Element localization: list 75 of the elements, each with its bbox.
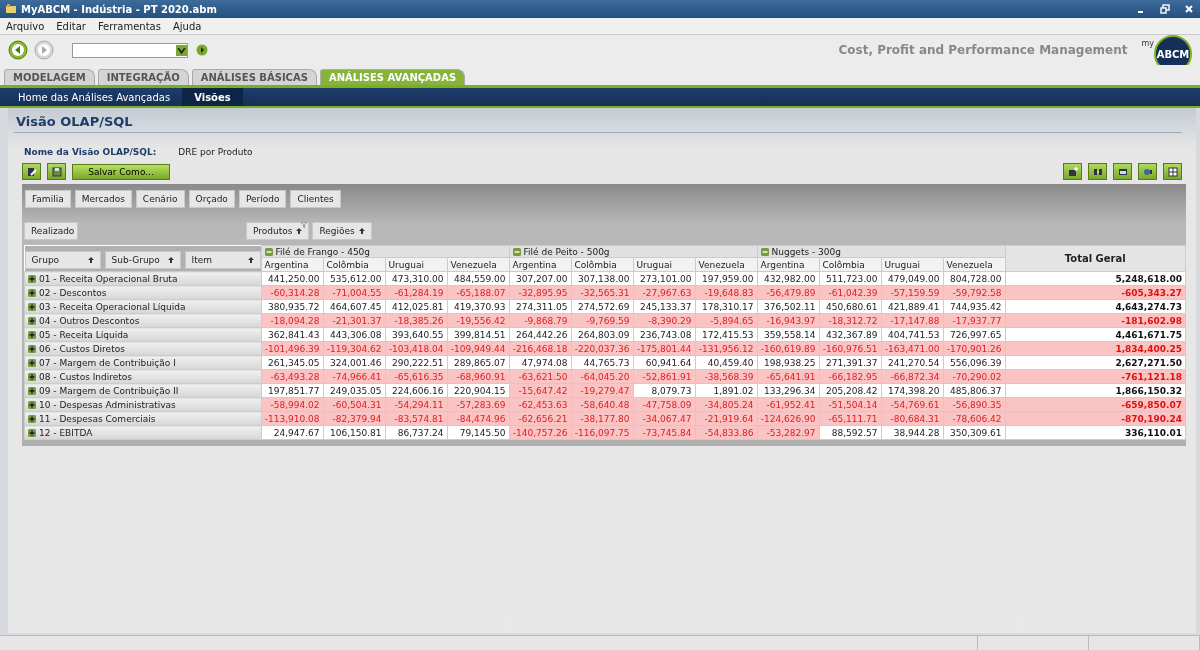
expand-icon[interactable] <box>28 344 36 353</box>
row-label: 12 - EBITDA <box>39 427 93 438</box>
menu-item[interactable]: Ferramentas <box>97 20 161 32</box>
sort-arrow-icon[interactable] <box>167 257 174 263</box>
brand-tagline: Cost, Profit and Performance Management <box>838 43 1128 57</box>
expand-icon[interactable] <box>28 414 36 423</box>
expand-icon[interactable] <box>28 400 36 409</box>
dropdown-arrow-icon[interactable] <box>176 44 187 56</box>
sort-arrow-icon[interactable] <box>87 257 94 263</box>
expand-icon[interactable] <box>28 288 36 297</box>
window-icon[interactable] <box>1113 163 1132 180</box>
add-icon[interactable] <box>1063 163 1082 180</box>
filter-field-button[interactable]: Período <box>238 190 287 208</box>
data-field-button[interactable]: Realizado <box>24 222 78 240</box>
back-icon[interactable] <box>8 40 28 60</box>
expand-icon[interactable] <box>28 330 36 339</box>
row-field-button[interactable]: Grupo <box>24 251 101 269</box>
row-field-button[interactable]: Sub-Grupo <box>104 251 181 269</box>
menu-item[interactable]: Editar <box>56 20 86 32</box>
column-group-header: Filé de Peito - 500g <box>523 246 610 257</box>
row-label: 04 - Outros Descontos <box>39 315 140 326</box>
table-icon[interactable] <box>1163 163 1182 180</box>
column-field-button[interactable]: Produtos <box>246 222 310 240</box>
row-label: 08 - Custos Indiretos <box>39 371 133 382</box>
filter-field-button[interactable]: Orçado <box>188 190 235 208</box>
expand-icon[interactable] <box>28 372 36 381</box>
window-title: MyABCM - Indústria - PT 2020.abm <box>21 3 217 15</box>
restore-icon[interactable] <box>1160 4 1170 14</box>
row-label: 06 - Custos Diretos <box>39 343 125 354</box>
export-icon[interactable] <box>1138 163 1157 180</box>
sort-arrow-icon[interactable] <box>358 228 365 234</box>
expand-icon[interactable] <box>28 302 36 311</box>
row-label: 03 - Receita Operacional Líquida <box>39 301 186 312</box>
module-tab[interactable]: ANÁLISES BÁSICAS <box>191 69 317 85</box>
module-tab[interactable]: INTEGRAÇÃO <box>97 69 189 85</box>
column-group-header: Nuggets - 300g <box>771 246 841 257</box>
filter-field-button[interactable]: Clientes <box>290 190 341 208</box>
row-field-button[interactable]: Item <box>184 251 261 269</box>
expand-icon[interactable] <box>28 358 36 367</box>
save-icon[interactable] <box>47 163 66 180</box>
save-as-button[interactable]: Salvar Como... <box>72 163 170 180</box>
sort-arrow-icon[interactable] <box>247 257 254 263</box>
view-name-label: Nome da Visão OLAP/SQL: <box>24 147 157 157</box>
row-label: 11 - Despesas Comerciais <box>39 413 156 424</box>
expand-icon[interactable] <box>28 316 36 325</box>
filter-field-button[interactable]: Mercados <box>74 190 132 208</box>
row-header[interactable]: 01 - Receita Operacional Bruta <box>24 271 261 286</box>
column-group-header: Filé de Frango - 450g <box>275 246 371 257</box>
close-icon[interactable] <box>1184 4 1194 14</box>
module-tab[interactable]: MODELAGEM <box>4 69 95 85</box>
filter-field-button[interactable]: Cenário <box>135 190 185 208</box>
subnav-tab[interactable]: Home das Análises Avançadas <box>6 88 183 106</box>
filter-field-button[interactable]: Familia <box>25 190 71 208</box>
expand-icon[interactable] <box>28 386 36 395</box>
row-label: 10 - Despesas Administrativas <box>39 399 176 410</box>
row-label: 02 - Descontos <box>39 287 107 298</box>
menu-item[interactable]: Ajuda <box>172 20 202 32</box>
logo-prefix: my <box>1141 39 1154 48</box>
view-name-value: DRE por Produto <box>178 147 253 157</box>
row-label: 01 - Receita Operacional Bruta <box>39 273 178 284</box>
expand-icon[interactable] <box>28 274 36 283</box>
expand-icon[interactable] <box>28 428 36 437</box>
column-field-button[interactable]: Regiões <box>312 222 372 240</box>
row-label: 05 - Receita Líquida <box>39 329 129 340</box>
row-label: 09 - Margem de Contribuição II <box>39 385 179 396</box>
sort-arrow-icon[interactable] <box>296 228 303 234</box>
menu-item[interactable]: Arquivo <box>6 20 45 32</box>
edit-icon[interactable] <box>22 163 41 180</box>
swap-icon[interactable] <box>1088 163 1107 180</box>
page-title: Visão OLAP/SQL <box>14 112 1182 133</box>
app-icon <box>6 4 16 14</box>
row-label: 07 - Margem de Contribuição I <box>39 357 176 368</box>
go-icon[interactable] <box>196 44 208 56</box>
subnav-tab[interactable]: Visões <box>182 88 243 106</box>
total-header: Total Geral <box>1005 245 1186 272</box>
